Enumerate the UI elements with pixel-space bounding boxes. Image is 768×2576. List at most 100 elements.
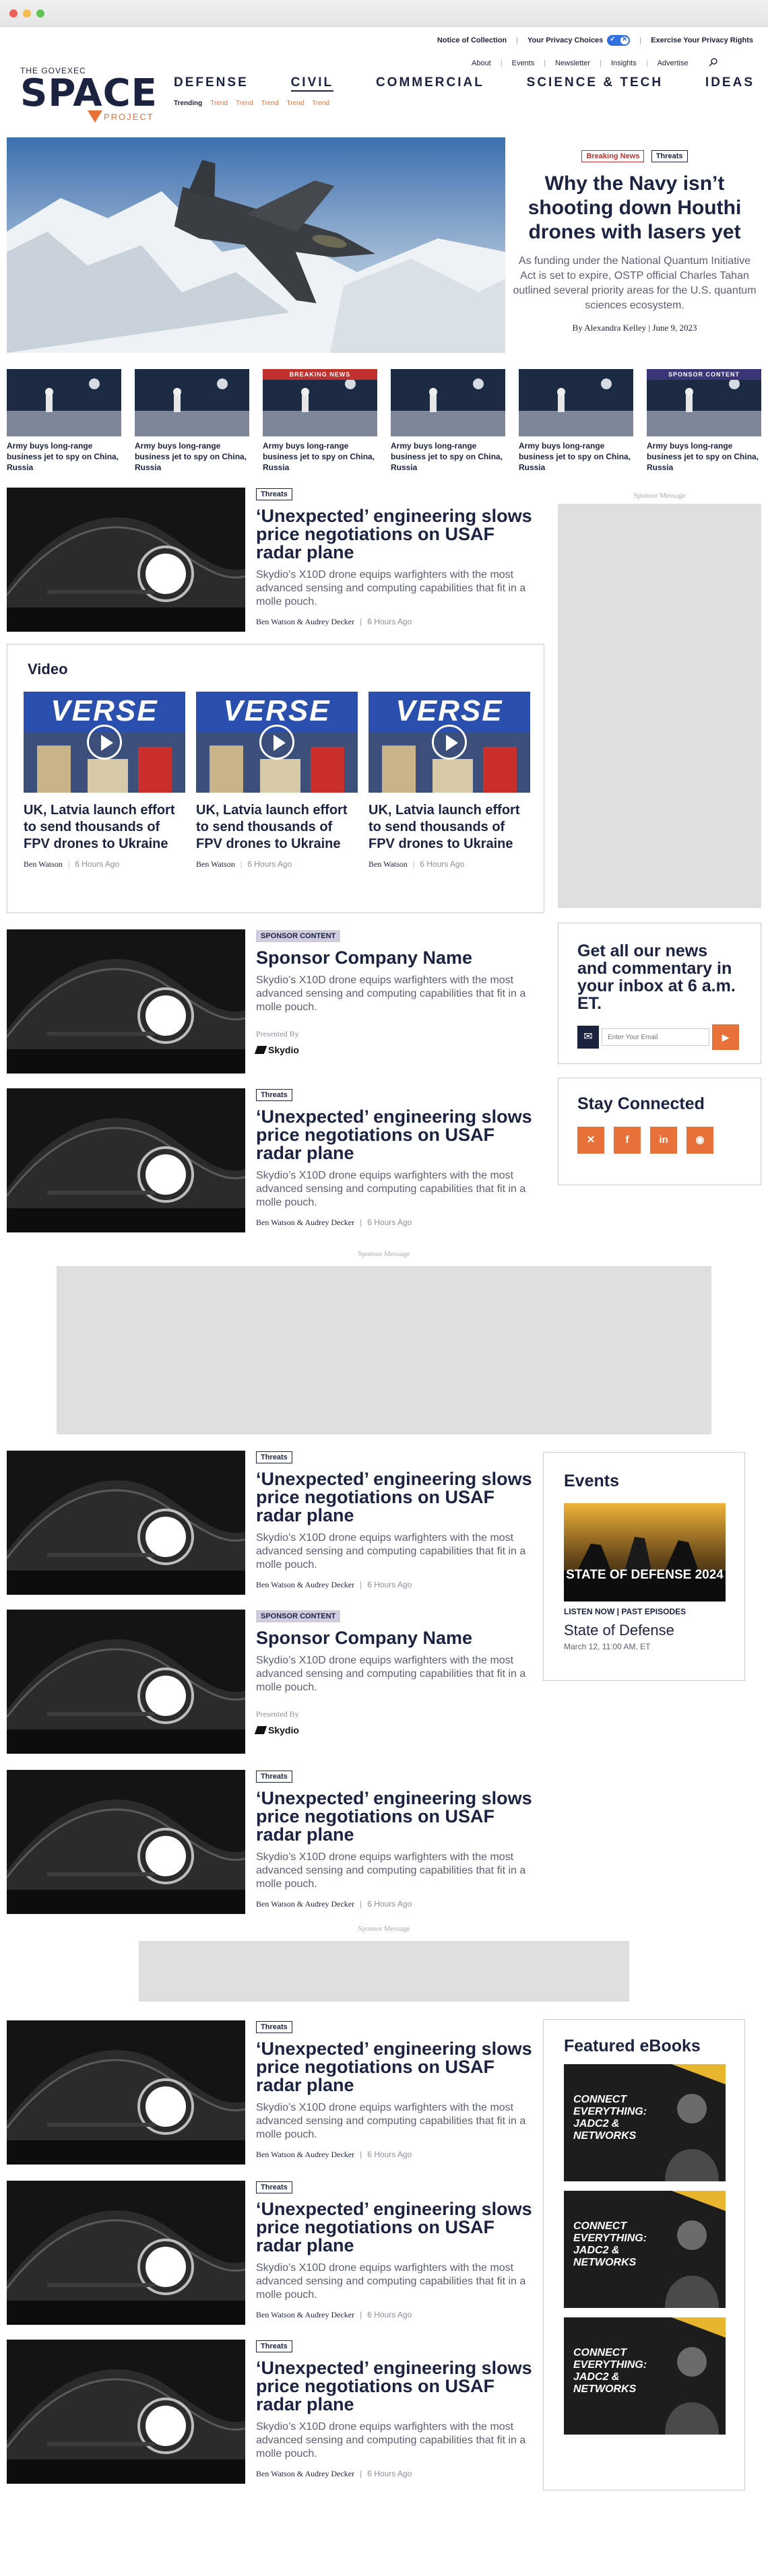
breaking-news-tag[interactable]: Breaking News (581, 150, 645, 162)
ebook-cover[interactable]: CONNECT EVERYTHING: JADC2 & NETWORKS (564, 2191, 726, 2308)
trending-link[interactable]: Trend (287, 100, 305, 107)
sidebar-ad[interactable] (558, 504, 761, 908)
leaderboard-ad[interactable] (57, 1266, 711, 1434)
minimize-window-button[interactable] (23, 9, 31, 18)
x-icon[interactable]: ✕ (577, 1127, 604, 1154)
article-headline[interactable]: ‘Unexpected’ engineering slows price neg… (256, 2359, 539, 2414)
sponsor-tag[interactable]: SPONSOR CONTENT (256, 1610, 341, 1622)
story-thumbnail[interactable]: SPONSOR CONTENT (647, 369, 761, 436)
article-card[interactable]: Threats ‘Unexpected’ engineering slows p… (7, 2340, 546, 2485)
video-title[interactable]: UK, Latvia launch effort to send thousan… (24, 802, 185, 853)
secnav-newsletter[interactable]: Newsletter (555, 59, 590, 67)
article-thumbnail[interactable] (7, 1088, 245, 1232)
article-headline[interactable]: ‘Unexpected’ engineering slows price neg… (256, 507, 539, 562)
article-card[interactable]: Threats ‘Unexpected’ engineering slows p… (7, 2020, 546, 2166)
privacy-toggle[interactable]: ✕ (607, 35, 631, 46)
article-headline[interactable]: ‘Unexpected’ engineering slows price neg… (256, 1108, 539, 1162)
sponsor-headline[interactable]: Sponsor Company Name (256, 1629, 539, 1647)
nav-ideas[interactable]: IDEAS (705, 75, 755, 92)
story-title[interactable]: Army buys long-range business jet to spy… (263, 440, 377, 473)
sponsor-article-card[interactable]: SPONSOR CONTENT Sponsor Company Name Sky… (7, 929, 546, 1075)
nav-commercial[interactable]: COMMERCIAL (376, 75, 484, 92)
story-card[interactable]: Army buys long-range business jet to spy… (135, 369, 249, 473)
article-tag[interactable]: Threats (256, 1089, 292, 1101)
banner-ad[interactable] (139, 1941, 629, 2002)
ebook-cover[interactable]: CONNECT EVERYTHING: JADC2 & NETWORKS (564, 2064, 726, 2181)
close-window-button[interactable] (9, 9, 18, 18)
sponsor-logo[interactable]: Skydio (254, 1725, 539, 1736)
sponsor-logo[interactable]: Skydio (254, 1045, 539, 1055)
story-title[interactable]: Army buys long-range business jet to spy… (519, 440, 633, 473)
article-card[interactable]: Threats ‘Unexpected’ engineering slows p… (7, 1770, 546, 1915)
article-card[interactable]: Threats ‘Unexpected’ engineering slows p… (7, 2181, 546, 2326)
article-thumbnail[interactable] (7, 2181, 245, 2325)
article-card[interactable]: Threats ‘Unexpected’ engineering slows p… (7, 1088, 546, 1234)
story-card[interactable]: Army buys long-range business jet to spy… (519, 369, 633, 473)
secnav-events[interactable]: Events (512, 59, 535, 67)
event-links[interactable]: LISTEN NOW | PAST EPISODES (564, 1607, 724, 1616)
story-title[interactable]: Army buys long-range business jet to spy… (7, 440, 121, 473)
video-thumbnail[interactable]: VERSE (24, 692, 185, 793)
article-thumbnail[interactable] (7, 2340, 245, 2484)
story-title[interactable]: Army buys long-range business jet to spy… (391, 440, 505, 473)
trending-link[interactable]: Trend (236, 100, 253, 107)
video-thumbnail[interactable]: VERSE (196, 692, 358, 793)
video-card[interactable]: VERSE UK, Latvia launch effort to send th… (196, 692, 358, 869)
event-image[interactable]: STATE OF DEFENSE 2024 (564, 1503, 726, 1601)
nav-defense[interactable]: DEFENSE (174, 75, 249, 92)
play-icon[interactable] (432, 725, 467, 760)
facebook-icon[interactable]: f (614, 1127, 641, 1154)
article-headline[interactable]: ‘Unexpected’ engineering slows price neg… (256, 1789, 539, 1844)
video-title[interactable]: UK, Latvia launch effort to send thousan… (369, 802, 530, 853)
article-thumbnail[interactable] (7, 2020, 245, 2165)
search-icon[interactable] (709, 58, 717, 69)
privacy-choices-link[interactable]: Your Privacy Choices ✕ (527, 35, 631, 46)
story-thumbnail[interactable] (7, 369, 121, 436)
notice-link[interactable]: Notice of Collection (437, 36, 507, 44)
story-card[interactable]: SPONSOR CONTENT Army buys long-range busi… (647, 369, 761, 473)
secnav-advertise[interactable]: Advertise (658, 59, 689, 67)
trending-link[interactable]: Trend (210, 100, 228, 107)
article-thumbnail[interactable] (7, 1770, 245, 1914)
nav-science-tech[interactable]: SCIENCE & TECH (527, 75, 663, 92)
article-headline[interactable]: ‘Unexpected’ engineering slows price neg… (256, 2040, 539, 2094)
story-title[interactable]: Army buys long-range business jet to spy… (135, 440, 249, 473)
article-headline[interactable]: ‘Unexpected’ engineering slows price neg… (256, 1470, 539, 1525)
story-thumbnail[interactable] (391, 369, 505, 436)
article-thumbnail[interactable] (7, 1610, 245, 1754)
story-thumbnail[interactable] (135, 369, 249, 436)
article-headline[interactable]: ‘Unexpected’ engineering slows price neg… (256, 2200, 539, 2255)
article-card[interactable]: Threats ‘Unexpected’ engineering slows p… (7, 1451, 546, 1596)
hero-headline[interactable]: Why the Navy isn’t shooting down Houthi … (512, 172, 757, 244)
video-thumbnail[interactable]: VERSE (369, 692, 530, 793)
site-logo[interactable]: THE GOVEXEC SPACE PROJECT (20, 66, 157, 123)
sponsor-article-card[interactable]: SPONSOR CONTENT Sponsor Company Name Sky… (7, 1610, 546, 1755)
trending-link[interactable]: Trend (261, 100, 279, 107)
article-tag[interactable]: Threats (256, 2181, 292, 2193)
submit-button[interactable]: ▶ (712, 1024, 739, 1050)
rss-icon[interactable]: ◉ (686, 1127, 713, 1154)
maximize-window-button[interactable] (36, 9, 44, 18)
article-tag[interactable]: Threats (256, 2021, 292, 2033)
story-title[interactable]: Army buys long-range business jet to spy… (647, 440, 761, 473)
threats-tag[interactable]: Threats (651, 150, 688, 162)
play-icon[interactable] (87, 725, 122, 760)
linkedin-icon[interactable]: in (650, 1127, 677, 1154)
video-card[interactable]: VERSE UK, Latvia launch effort to send th… (24, 692, 185, 869)
nav-civil[interactable]: CIVIL (290, 75, 334, 92)
article-tag[interactable]: Threats (256, 2340, 292, 2352)
sponsor-tag[interactable]: SPONSOR CONTENT (256, 930, 341, 942)
story-card[interactable]: Army buys long-range business jet to spy… (7, 369, 121, 473)
article-tag[interactable]: Threats (256, 488, 292, 500)
ebook-cover[interactable]: CONNECT EVERYTHING: JADC2 & NETWORKS (564, 2317, 726, 2435)
hero-image[interactable] (7, 137, 505, 353)
video-card[interactable]: VERSE UK, Latvia launch effort to send th… (369, 692, 530, 869)
exercise-rights-link[interactable]: Exercise Your Privacy Rights (651, 36, 753, 44)
story-card[interactable]: Army buys long-range business jet to spy… (391, 369, 505, 473)
article-tag[interactable]: Threats (256, 1451, 292, 1463)
article-thumbnail[interactable] (7, 488, 245, 632)
play-icon[interactable] (259, 725, 294, 760)
article-card[interactable]: Threats ‘Unexpected’ engineering slows p… (7, 488, 546, 633)
story-card[interactable]: BREAKING NEWS Army buys long-range busine… (263, 369, 377, 473)
secnav-about[interactable]: About (472, 59, 491, 67)
